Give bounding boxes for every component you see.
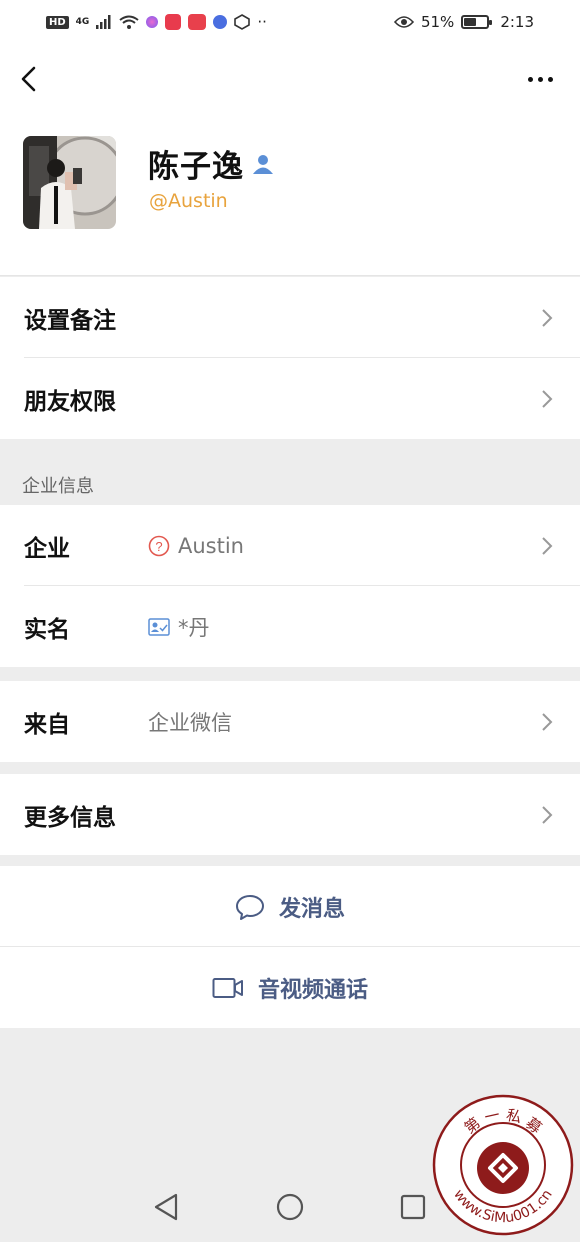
profile-header: 陈子逸 @Austin bbox=[0, 114, 580, 276]
back-arrow-icon bbox=[21, 66, 36, 92]
actions-group: 发消息 音视频通话 bbox=[0, 866, 580, 1028]
set-remark-label: 设置备注 bbox=[24, 307, 116, 334]
realname-label: 实名 bbox=[24, 616, 70, 643]
app-heart-icon bbox=[146, 16, 159, 28]
chevron-right-icon bbox=[542, 806, 553, 824]
more-dot-icon bbox=[547, 76, 553, 82]
id-card-icon bbox=[148, 617, 170, 636]
status-left: HD 4G ·· bbox=[46, 13, 267, 31]
send-message-button[interactable]: 发消息 bbox=[0, 866, 580, 947]
source-value: 企业微信 bbox=[148, 681, 232, 762]
video-call-label: 音视频通话 bbox=[257, 977, 368, 1003]
enterprise-section-title: 企业信息 bbox=[22, 476, 94, 497]
send-message-label: 发消息 bbox=[278, 896, 345, 922]
more-dot-icon bbox=[537, 76, 543, 82]
chevron-right-icon bbox=[542, 537, 553, 555]
chat-bubble-icon bbox=[235, 894, 264, 920]
realname-value: *丹 bbox=[148, 586, 210, 667]
network-indicator: 4G bbox=[75, 17, 90, 27]
more-info-label: 更多信息 bbox=[24, 804, 116, 831]
chevron-right-icon bbox=[542, 390, 553, 408]
realname-row: 实名 *丹 bbox=[0, 586, 580, 667]
source-group: 来自 企业微信 bbox=[0, 681, 580, 762]
chevron-right-icon bbox=[542, 713, 553, 731]
avatar-photo bbox=[23, 136, 116, 229]
nav-recents-icon[interactable] bbox=[399, 1192, 427, 1222]
settings-group: 设置备注 朋友权限 bbox=[0, 277, 580, 439]
chevron-right-icon bbox=[542, 309, 553, 327]
back-button[interactable] bbox=[14, 62, 46, 96]
eye-icon bbox=[393, 16, 414, 28]
question-circle-icon: ? bbox=[148, 535, 170, 556]
enterprise-group: 企业 ? Austin 实名 *丹 bbox=[0, 505, 580, 667]
contact-handle: @Austin bbox=[149, 190, 228, 212]
person-icon bbox=[253, 154, 273, 174]
battery-icon bbox=[461, 15, 493, 29]
more-options-button[interactable] bbox=[520, 66, 560, 92]
name-row: 陈子逸 bbox=[148, 141, 274, 186]
friend-permission-label: 朋友权限 bbox=[24, 388, 116, 415]
wifi-icon bbox=[119, 15, 139, 29]
nav-back-icon[interactable] bbox=[152, 1192, 180, 1222]
company-name: Austin bbox=[178, 533, 244, 558]
video-camera-icon bbox=[212, 977, 243, 998]
realname-text: *丹 bbox=[178, 615, 210, 640]
source-row[interactable]: 来自 企业微信 bbox=[0, 681, 580, 762]
company-label: 企业 bbox=[24, 535, 70, 562]
more-info-group: 更多信息 bbox=[0, 774, 580, 855]
music-icon bbox=[213, 15, 228, 29]
clock: 2:13 bbox=[500, 13, 534, 31]
signal-icon bbox=[96, 15, 111, 29]
company-row[interactable]: 企业 ? Austin bbox=[0, 505, 580, 586]
status-right: 51% 2:13 bbox=[393, 13, 534, 31]
source-label: 来自 bbox=[24, 711, 70, 738]
friend-permission-row[interactable]: 朋友权限 bbox=[0, 358, 580, 439]
hd-indicator: HD bbox=[46, 15, 69, 29]
set-remark-row[interactable]: 设置备注 bbox=[0, 277, 580, 358]
app-red-icon bbox=[165, 14, 182, 30]
source-text: 企业微信 bbox=[148, 710, 232, 735]
more-info-row[interactable]: 更多信息 bbox=[0, 774, 580, 855]
battery-percent: 51% bbox=[420, 13, 455, 31]
nav-home-icon[interactable] bbox=[275, 1192, 305, 1222]
status-bar: HD 4G ·· 51% 2:13 bbox=[0, 0, 580, 44]
hexagon-app-icon bbox=[234, 14, 251, 30]
watermark-seal: 第 一 私 募 www.SiMu001.cn bbox=[432, 1094, 574, 1236]
avatar[interactable] bbox=[23, 136, 116, 229]
contact-name: 陈子逸 bbox=[148, 149, 244, 185]
video-call-button[interactable]: 音视频通话 bbox=[0, 947, 580, 1028]
company-value: ? Austin bbox=[148, 505, 244, 586]
svg-text:?: ? bbox=[155, 539, 162, 554]
more-dot-icon bbox=[527, 76, 533, 82]
app-huawei-icon bbox=[188, 14, 207, 30]
top-nav bbox=[0, 44, 580, 114]
more-notifications: ·· bbox=[257, 13, 267, 31]
